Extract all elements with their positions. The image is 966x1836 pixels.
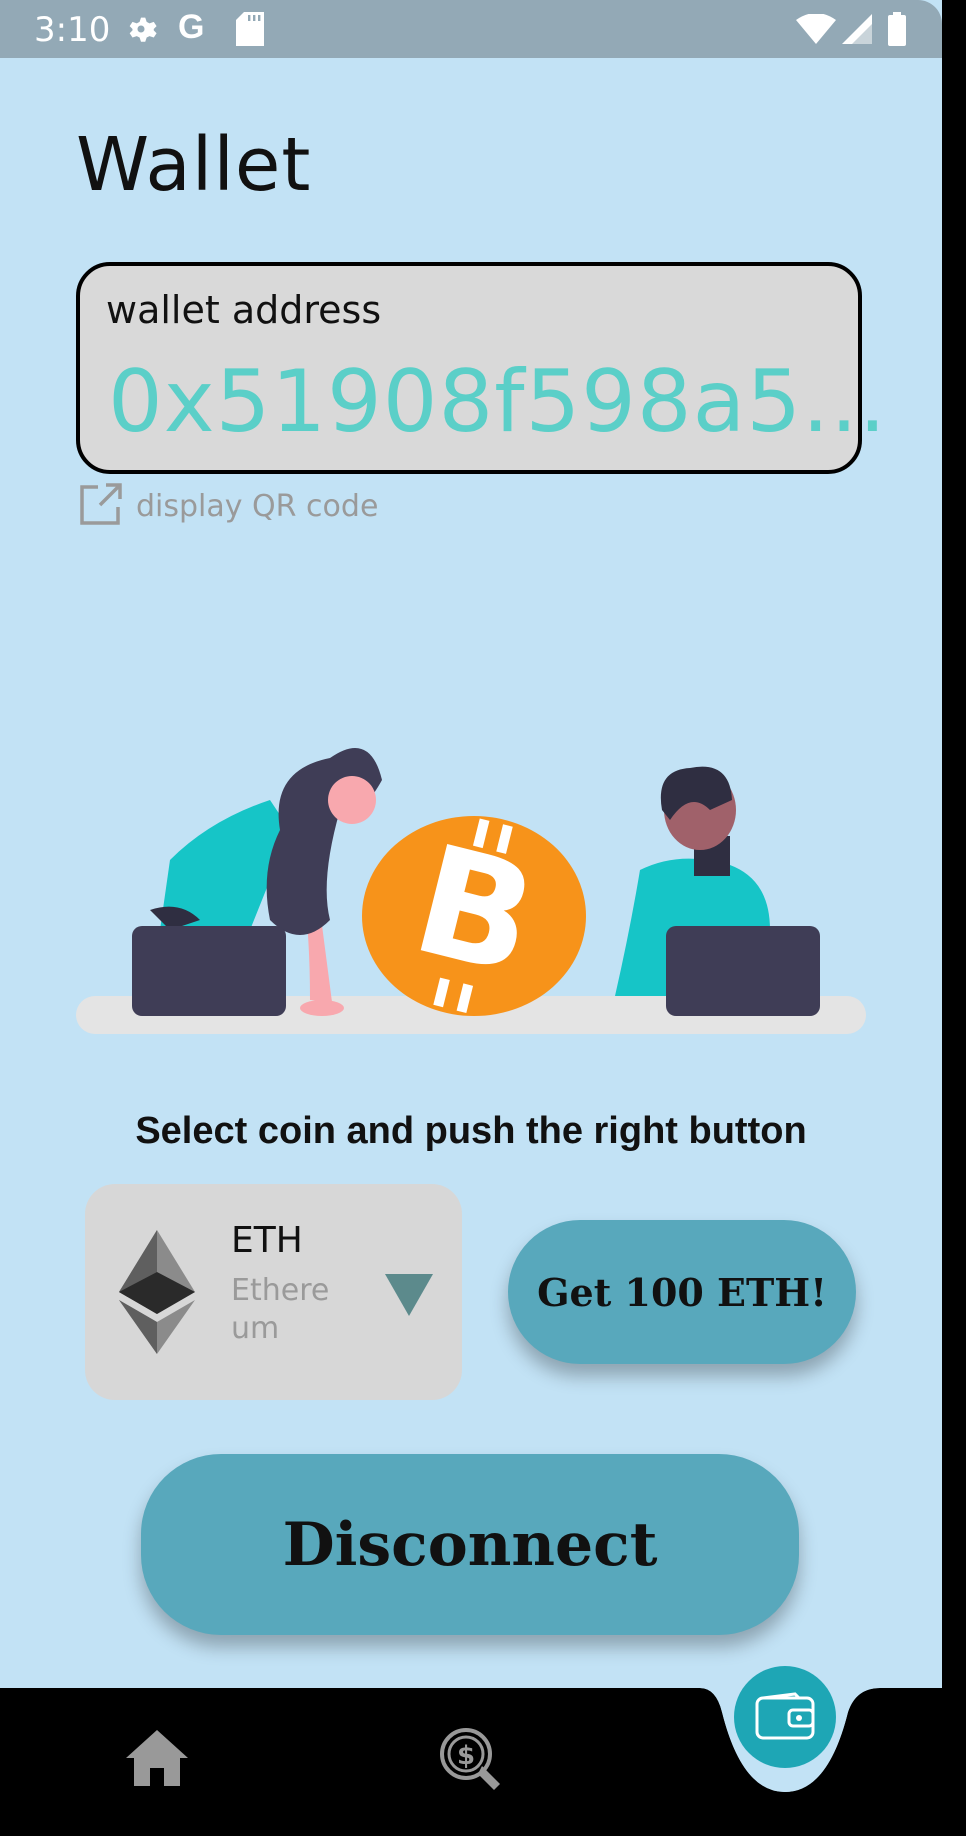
dropdown-arrow-icon[interactable]	[385, 1274, 433, 1321]
battery-icon	[888, 12, 906, 51]
get-coins-button[interactable]: Get 100 ETH!	[508, 1220, 856, 1364]
settings-icon	[124, 12, 158, 51]
ethereum-icon	[119, 1230, 195, 1359]
coin-search-icon[interactable]: $	[438, 1726, 504, 1797]
wallet-icon[interactable]	[734, 1666, 836, 1768]
display-qr-link[interactable]: display QR code	[78, 482, 378, 530]
coin-name: Ethereum	[231, 1273, 330, 1346]
app-screen: 3:10 G Wallet wallet address 0x51908f598…	[0, 0, 942, 1836]
disconnect-button[interactable]: Disconnect	[141, 1454, 799, 1635]
display-qr-label: display QR code	[136, 488, 379, 524]
status-time: 3:10	[34, 10, 111, 50]
wallet-address-label: wallet address	[106, 288, 382, 332]
bitcoin-illustration: B	[70, 730, 870, 1040]
home-icon[interactable]	[124, 1728, 190, 1793]
google-icon: G	[178, 8, 205, 46]
coin-symbol: ETH	[231, 1220, 303, 1261]
wallet-address-card[interactable]: wallet address 0x51908f598a5...	[76, 262, 886, 474]
svg-text:$: $	[457, 1741, 475, 1771]
wifi-icon	[796, 13, 836, 49]
screen-edge	[942, 0, 966, 1836]
sd-card-icon	[236, 12, 264, 51]
status-bar: 3:10 G	[0, 0, 942, 58]
external-link-icon	[78, 481, 124, 532]
coin-selector[interactable]: ETH Ethereum	[85, 1184, 462, 1400]
instruction-text: Select coin and push the right button	[135, 1110, 807, 1152]
page-title: Wallet	[76, 122, 312, 208]
wallet-address-value: 0x51908f598a5...	[108, 352, 888, 452]
signal-icon	[842, 14, 872, 49]
